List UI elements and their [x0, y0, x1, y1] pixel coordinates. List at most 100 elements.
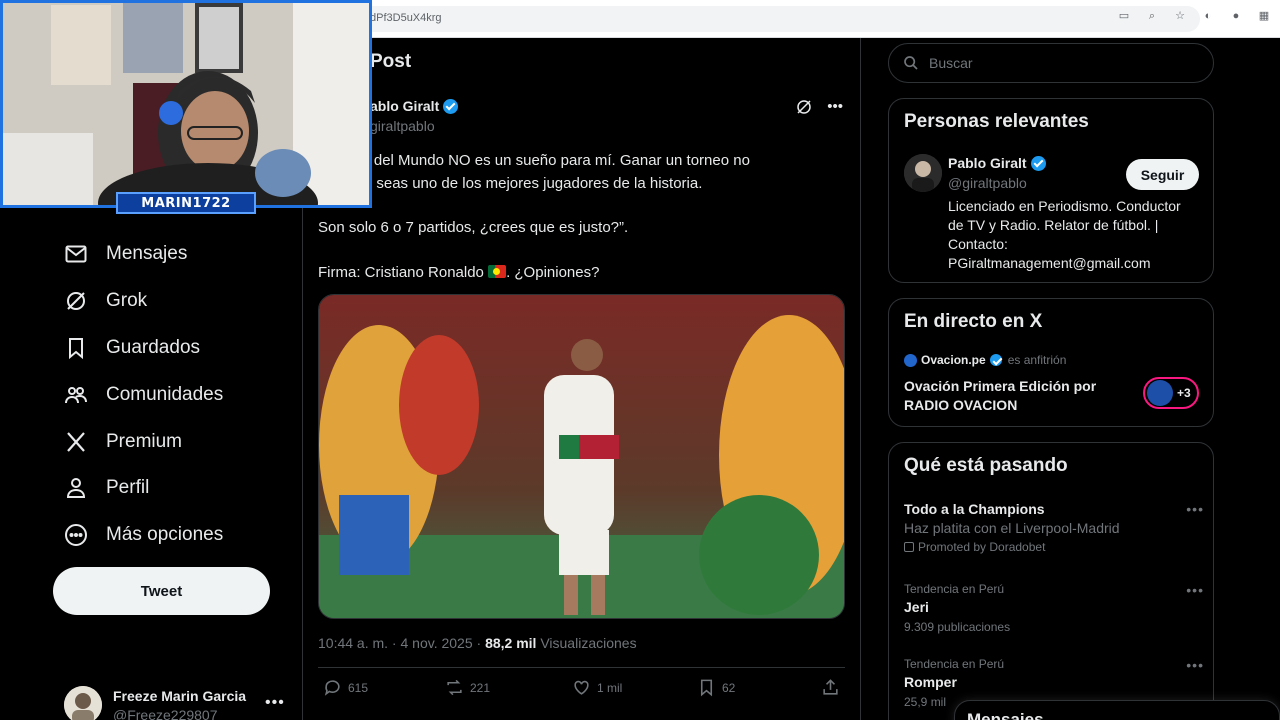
- page-title: Post: [370, 51, 412, 72]
- live-host: Ovacion.pe es anfitrión: [904, 353, 1066, 367]
- post-text-line: la Copa del Mundo NO es un sueño para mí…: [318, 152, 750, 169]
- post-views-count: 88,2 mil: [485, 635, 537, 651]
- sidebar-item-premium[interactable]: Premium: [64, 424, 182, 460]
- sidebar-item-mas-opciones[interactable]: Más opciones: [64, 517, 223, 553]
- trend-count: 9.309 publicaciones: [904, 620, 1011, 634]
- address-bar-url[interactable]: dPf3D5uX4krg: [370, 12, 442, 24]
- trend-item[interactable]: Todo a la Champions Haz platita con el L…: [904, 501, 1204, 554]
- account-name: Freeze Marin Garcia: [113, 688, 247, 704]
- post-text-line: Son solo 6 o 7 partidos, ¿crees que es j…: [318, 219, 629, 236]
- trend-meta: Tendencia en Perú: [904, 582, 1005, 596]
- sidebar-item-comunidades[interactable]: Comunidades: [64, 377, 223, 413]
- trend-meta: Tendencia en Perú: [904, 657, 1005, 671]
- more-dots-icon[interactable]: •••: [1186, 582, 1204, 598]
- zoom-icon[interactable]: ⌕: [1146, 10, 1158, 22]
- right-sidebar: Personas relevantes Pablo Giralt @giralt…: [861, 38, 1280, 720]
- reply-button[interactable]: 615: [323, 678, 368, 697]
- card-title: Personas relevantes: [904, 111, 1089, 132]
- communities-icon: [65, 387, 87, 404]
- post-author-name-text: ablo Giralt: [370, 98, 440, 114]
- host-avatar-icon: [904, 353, 917, 367]
- post-tools: •••: [795, 98, 843, 116]
- sidebar-item-label: Premium: [106, 431, 183, 452]
- bookmark-star-icon[interactable]: ☆: [1174, 10, 1186, 22]
- sidebar-item-grok[interactable]: Grok: [64, 283, 147, 319]
- more-dots-icon[interactable]: •••: [265, 694, 285, 712]
- more-dots-icon[interactable]: •••: [1186, 501, 1204, 517]
- messages-drawer[interactable]: Mensajes: [954, 700, 1280, 720]
- person-icon: [66, 478, 86, 498]
- relevant-person-bio: Licenciado en Periodismo. Conductor de T…: [948, 198, 1181, 271]
- x-logo-icon: [67, 432, 85, 452]
- follow-button[interactable]: Seguir: [1126, 159, 1199, 190]
- sidebar-item-label: Grok: [106, 290, 148, 311]
- verified-badge-icon: [443, 98, 459, 114]
- post-views-label: Visualizaciones: [536, 635, 637, 651]
- sidebar-item-mensajes[interactable]: Mensajes: [64, 236, 187, 272]
- live-stream-title[interactable]: Ovación Primera Edición por RADIO OVACIO…: [904, 377, 1124, 415]
- trend-name: Romper: [904, 674, 957, 690]
- webcam-overlay: MARIN1722: [0, 0, 372, 214]
- bookmark-count: 62: [722, 680, 736, 695]
- live-listeners-pill[interactable]: +3: [1143, 377, 1199, 409]
- bookmark-button[interactable]: 62: [697, 678, 735, 697]
- relevant-person-handle[interactable]: @giraltpablo: [948, 175, 1027, 191]
- bookmark-icon: [700, 679, 713, 697]
- tweet-button[interactable]: Tweet: [53, 567, 270, 615]
- webcam-video: [0, 0, 372, 208]
- portugal-flag-icon: [488, 265, 507, 278]
- trend-item[interactable]: Tendencia en Perú Jeri 9.309 publicacion…: [904, 582, 1204, 634]
- post-author-name[interactable]: ablo Giralt: [370, 98, 459, 114]
- sidebar-item-guardados[interactable]: Guardados: [64, 330, 200, 366]
- verified-badge-icon: [1030, 155, 1046, 171]
- avatar[interactable]: [904, 154, 942, 192]
- relevant-person-name-text: Pablo Giralt: [948, 155, 1027, 171]
- search-input[interactable]: [929, 55, 1199, 71]
- extensions-puzzle-icon[interactable]: ▦: [1258, 10, 1270, 22]
- host-name: Ovacion.pe: [921, 353, 986, 367]
- heart-icon: [574, 680, 589, 695]
- trend-promoted: Promoted by Doradobet: [904, 540, 1204, 554]
- host-role: es anfitrión: [1007, 353, 1067, 367]
- post-author-handle[interactable]: giraltpablo: [370, 118, 435, 134]
- address-bar[interactable]: [340, 6, 1200, 32]
- avatar: [1147, 380, 1173, 406]
- post-meta: 10:44 a. m. · 4 nov. 2025 · 88,2 mil Vis…: [318, 635, 637, 651]
- reply-count: 615: [348, 680, 369, 695]
- account-switcher[interactable]: Freeze Marin Garcia @Freeze229807 •••: [64, 686, 289, 720]
- like-count: 1 mil: [597, 680, 623, 695]
- post-text-line: stra que seas uno de los mejores jugador…: [318, 175, 703, 192]
- sidebar-item-perfil[interactable]: Perfil: [64, 470, 149, 506]
- messages-drawer-label: Mensajes: [967, 710, 1044, 720]
- relevant-person-name[interactable]: Pablo Giralt: [948, 155, 1046, 171]
- extension-icon[interactable]: ◐: [1202, 10, 1214, 22]
- share-button[interactable]: [821, 678, 840, 697]
- install-app-icon[interactable]: ▭: [1118, 10, 1130, 22]
- envelope-icon: [65, 245, 87, 263]
- more-dots-icon[interactable]: •••: [827, 98, 843, 116]
- streamer-name-tag: MARIN1722: [116, 192, 256, 214]
- share-icon: [823, 679, 838, 695]
- search-box[interactable]: [888, 43, 1214, 83]
- grok-icon[interactable]: [795, 98, 813, 116]
- trend-name: Jeri: [904, 599, 929, 615]
- trend-name: Todo a la Champions: [904, 501, 1045, 517]
- post-timestamp[interactable]: 10:44 a. m. · 4 nov. 2025 ·: [318, 635, 485, 651]
- extension-icon-2[interactable]: ●: [1230, 10, 1242, 22]
- like-button[interactable]: 1 mil: [572, 678, 622, 697]
- browser-actions: ▭ ⌕ ☆ ◐ ● ▦: [1118, 10, 1270, 22]
- avatar: [64, 686, 102, 720]
- sidebar-item-label: Más opciones: [106, 524, 224, 545]
- promoted-label: Promoted by Doradobet: [918, 540, 1046, 554]
- promoted-icon: [904, 542, 914, 552]
- live-on-x-card: En directo en X Ovacion.pe es anfitrión …: [888, 298, 1214, 427]
- post-photo: [319, 295, 844, 618]
- repost-button[interactable]: 221: [445, 678, 490, 697]
- post-actions: 615 221 1 mil 62: [318, 678, 845, 700]
- divider: [318, 667, 845, 668]
- post-image[interactable]: [318, 294, 845, 619]
- sidebar-item-label: Guardados: [106, 337, 201, 358]
- search-icon: [904, 56, 918, 70]
- bookmark-icon: [69, 338, 83, 360]
- more-dots-icon[interactable]: •••: [1186, 657, 1204, 673]
